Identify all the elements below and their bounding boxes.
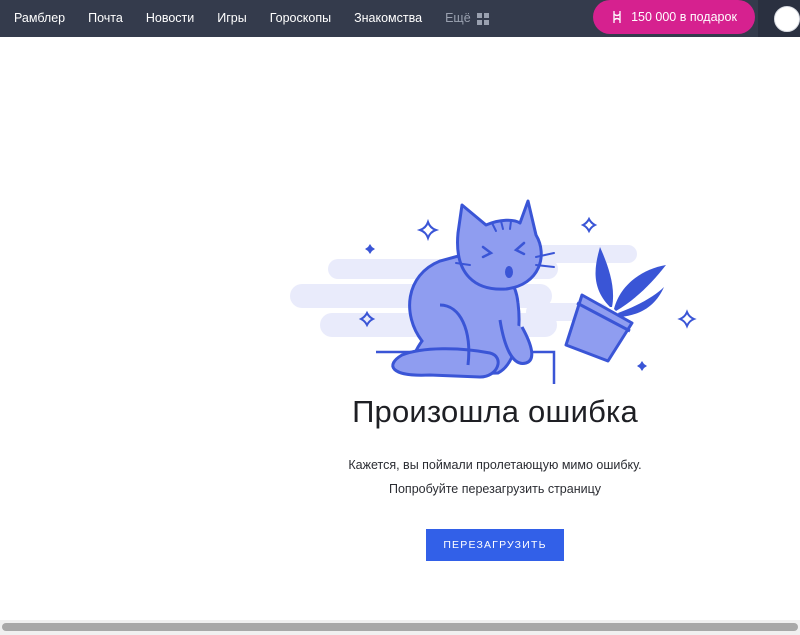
nav-item-rambler[interactable]: Рамблер (14, 0, 65, 37)
gift-icon (611, 10, 623, 24)
nav-item-games[interactable]: Игры (217, 0, 246, 37)
promo-label: 150 000 в подарок (631, 10, 737, 24)
nav-item-horoscopes[interactable]: Гороскопы (270, 0, 331, 37)
reload-button[interactable]: ПЕРЕЗАГРУЗИТЬ (426, 529, 564, 561)
nav-item-dating[interactable]: Знакомства (354, 0, 422, 37)
nav-item-news[interactable]: Новости (146, 0, 194, 37)
avatar[interactable] (774, 6, 800, 32)
error-title: Произошла ошибка (352, 394, 638, 429)
nav-more-label: Ещё (445, 11, 471, 25)
scrollbar-thumb[interactable] (2, 623, 798, 631)
error-message: Кажется, вы поймали пролетающую мимо оши… (348, 458, 642, 472)
grid-icon (476, 12, 489, 25)
service-nav: Рамблер Почта Новости Игры Гороскопы Зна… (0, 0, 489, 37)
user-area (758, 0, 800, 37)
error-hint: Попробуйте перезагрузить страницу (389, 482, 601, 496)
nav-more-button[interactable]: Ещё (445, 0, 489, 37)
error-cat-illustration (290, 199, 697, 384)
promo-button[interactable]: 150 000 в подарок (593, 0, 755, 34)
nav-item-mail[interactable]: Почта (88, 0, 123, 37)
horizontal-scrollbar[interactable] (0, 620, 800, 635)
